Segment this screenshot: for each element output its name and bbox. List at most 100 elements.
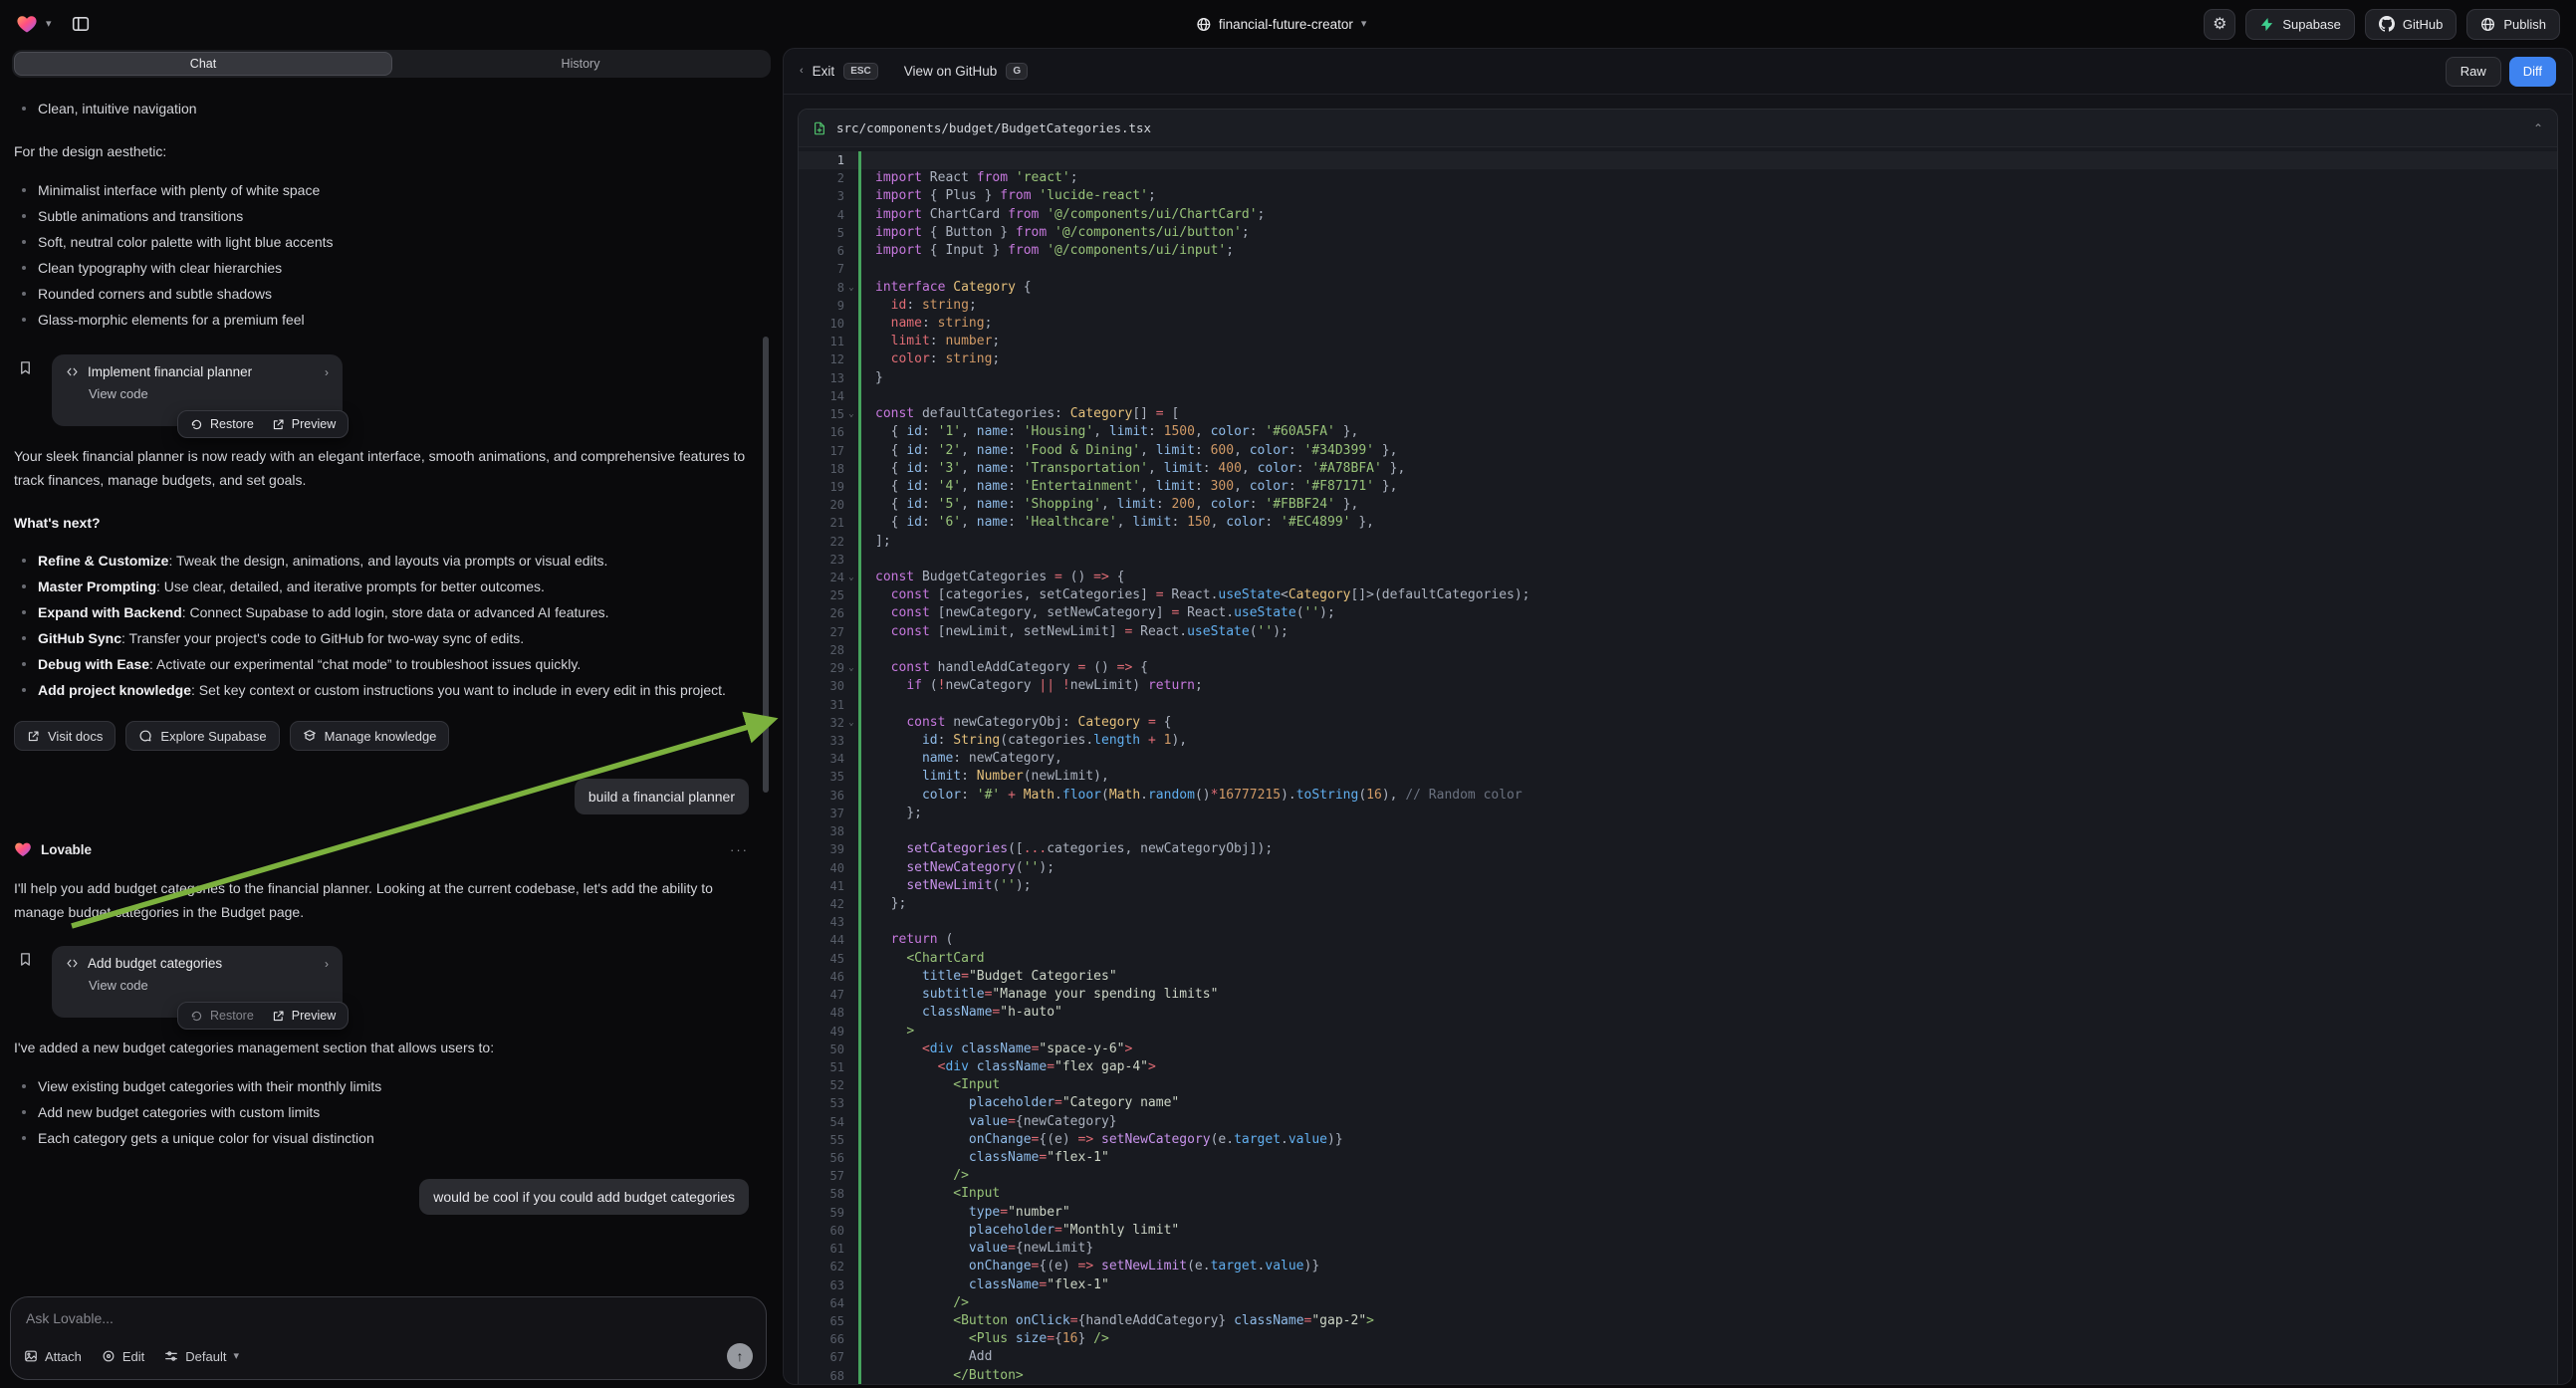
line-number: 1 xyxy=(799,151,844,169)
bullet-dot xyxy=(22,688,26,692)
supabase-button[interactable]: Supabase xyxy=(2245,9,2355,40)
fold-chevron-icon[interactable]: ⌄ xyxy=(844,569,858,586)
line-number: 25 xyxy=(799,586,844,604)
message-menu-icon[interactable]: ··· xyxy=(730,842,749,857)
raw-button[interactable]: Raw xyxy=(2446,57,2501,87)
fold-gutter xyxy=(844,1204,858,1222)
chat-message-list[interactable]: Clean, intuitive navigationFor the desig… xyxy=(0,82,763,1296)
code-line-text: color: '#' + Math.floor(Math.random()*16… xyxy=(858,787,2557,805)
code-line-text: const BudgetCategories = () => { xyxy=(858,569,2557,586)
code-line: 62 onChange={(e) => setNewLimit(e.target… xyxy=(799,1258,2557,1275)
code-line-text: <Button onClick={handleAddCategory} clas… xyxy=(858,1312,2557,1330)
restore-button[interactable]: Restore xyxy=(190,417,254,431)
user-message-bubble: would be cool if you could add budget ca… xyxy=(419,1179,749,1215)
explore-supabase-button[interactable]: Explore Supabase xyxy=(125,721,279,751)
exit-button[interactable]: ‹ Exit ESC xyxy=(800,63,878,80)
code-line: 45 <ChartCard xyxy=(799,950,2557,968)
view-code-link[interactable]: View code xyxy=(89,978,329,993)
diff-button[interactable]: Diff xyxy=(2509,57,2556,87)
fold-gutter xyxy=(844,1131,858,1149)
fold-gutter xyxy=(844,768,858,786)
fold-gutter xyxy=(844,297,858,315)
target-icon xyxy=(102,1349,116,1363)
fold-chevron-icon[interactable]: ⌄ xyxy=(844,659,858,677)
knowledge-box-icon xyxy=(303,729,317,743)
list-item-text: Clean typography with clear hierarchies xyxy=(38,255,282,281)
code-line: 23 xyxy=(799,551,2557,569)
restore-button[interactable]: Restore xyxy=(190,1009,254,1023)
composer-input[interactable]: Ask Lovable... xyxy=(26,1310,751,1326)
list-item-text: GitHub Sync: Transfer your project's cod… xyxy=(38,625,524,651)
sidebar-toggle-icon[interactable] xyxy=(66,9,96,39)
chevron-down-icon[interactable]: ▾ xyxy=(46,19,52,30)
code-line-text: } xyxy=(858,369,2557,387)
fold-gutter xyxy=(844,1312,858,1330)
chat-scrollbar[interactable] xyxy=(763,337,769,793)
line-number: 5 xyxy=(799,224,844,242)
code-line-text: { id: '1', name: 'Housing', limit: 1500,… xyxy=(858,423,2557,441)
code-line: 4import ChartCard from '@/components/ui/… xyxy=(799,206,2557,224)
tab-history[interactable]: History xyxy=(392,52,769,76)
edit-mode-button[interactable]: Edit xyxy=(102,1349,144,1364)
composer[interactable]: Ask Lovable... Attach Edit Default ▾ ↑ xyxy=(10,1296,767,1380)
fold-gutter xyxy=(844,514,858,532)
fold-chevron-icon[interactable]: ⌄ xyxy=(844,279,858,297)
attach-button[interactable]: Attach xyxy=(24,1349,82,1364)
version-card: Add budget categories›View codeRestorePr… xyxy=(52,946,343,1018)
code-icon xyxy=(66,957,79,970)
tab-chat[interactable]: Chat xyxy=(14,52,392,76)
code-line-text: const [categories, setCategories] = Reac… xyxy=(858,586,2557,604)
code-line-text: name: string; xyxy=(858,315,2557,333)
chevron-up-icon[interactable]: ⌃ xyxy=(2533,121,2543,135)
code-line: 64 /> xyxy=(799,1294,2557,1312)
list-item: Clean, intuitive navigation xyxy=(14,96,749,121)
view-on-github-button[interactable]: View on GitHub G xyxy=(904,63,1028,80)
visit-docs-button[interactable]: Visit docs xyxy=(14,721,116,751)
code-line: 17 { id: '2', name: 'Food & Dining', lim… xyxy=(799,442,2557,460)
code-line-text xyxy=(858,551,2557,569)
send-button[interactable]: ↑ xyxy=(727,1343,753,1369)
code-line-text: /> xyxy=(858,1167,2557,1185)
settings-button[interactable]: ⚙ xyxy=(2204,9,2235,40)
code-line: 24⌄const BudgetCategories = () => { xyxy=(799,569,2557,586)
bookmark-icon[interactable] xyxy=(18,952,33,967)
code-line-text: className="flex-1" xyxy=(858,1276,2557,1294)
publish-button[interactable]: Publish xyxy=(2466,9,2560,40)
bookmark-icon[interactable] xyxy=(18,360,33,375)
code-line-text: <div className="flex gap-4"> xyxy=(858,1058,2557,1076)
bullet-dot xyxy=(22,318,26,322)
code-line-text: setNewLimit(''); xyxy=(858,877,2557,895)
list-item: Minimalist interface with plenty of whit… xyxy=(14,177,749,203)
manage-knowledge-button[interactable]: Manage knowledge xyxy=(290,721,450,751)
line-number: 34 xyxy=(799,750,844,768)
line-number: 57 xyxy=(799,1167,844,1185)
external-link-icon xyxy=(272,1010,285,1023)
github-button[interactable]: GitHub xyxy=(2365,9,2457,40)
line-number: 19 xyxy=(799,478,844,496)
list-item-text: Refine & Customize: Tweak the design, an… xyxy=(38,548,607,574)
chevron-right-icon: › xyxy=(325,365,329,379)
code-line-text: </Button> xyxy=(858,1367,2557,1385)
mode-select[interactable]: Default ▾ xyxy=(164,1349,239,1364)
chevron-right-icon: › xyxy=(325,957,329,971)
code-line-text: }; xyxy=(858,805,2557,822)
bullet-dot xyxy=(22,636,26,640)
fold-gutter xyxy=(844,151,858,169)
project-switcher[interactable]: financial-future-creator ▾ xyxy=(1196,17,1367,32)
line-number: 59 xyxy=(799,1204,844,1222)
fold-chevron-icon[interactable]: ⌄ xyxy=(844,714,858,732)
preview-button[interactable]: Preview xyxy=(272,417,336,431)
preview-button[interactable]: Preview xyxy=(272,1009,336,1023)
fold-chevron-icon[interactable]: ⌄ xyxy=(844,405,858,423)
line-number: 18 xyxy=(799,460,844,478)
code-editor[interactable]: 12import React from 'react';3import { Pl… xyxy=(799,147,2557,1385)
code-line: 63 className="flex-1" xyxy=(799,1276,2557,1294)
line-number: 62 xyxy=(799,1258,844,1275)
lovable-logo-heart-icon[interactable] xyxy=(16,13,38,35)
view-code-link[interactable]: View code xyxy=(89,386,329,401)
restore-icon xyxy=(190,1010,203,1023)
code-line: 60 placeholder="Monthly limit" xyxy=(799,1222,2557,1240)
code-line-text: { id: '3', name: 'Transportation', limit… xyxy=(858,460,2557,478)
file-header[interactable]: src/components/budget/BudgetCategories.t… xyxy=(799,110,2557,147)
code-icon xyxy=(66,365,79,378)
